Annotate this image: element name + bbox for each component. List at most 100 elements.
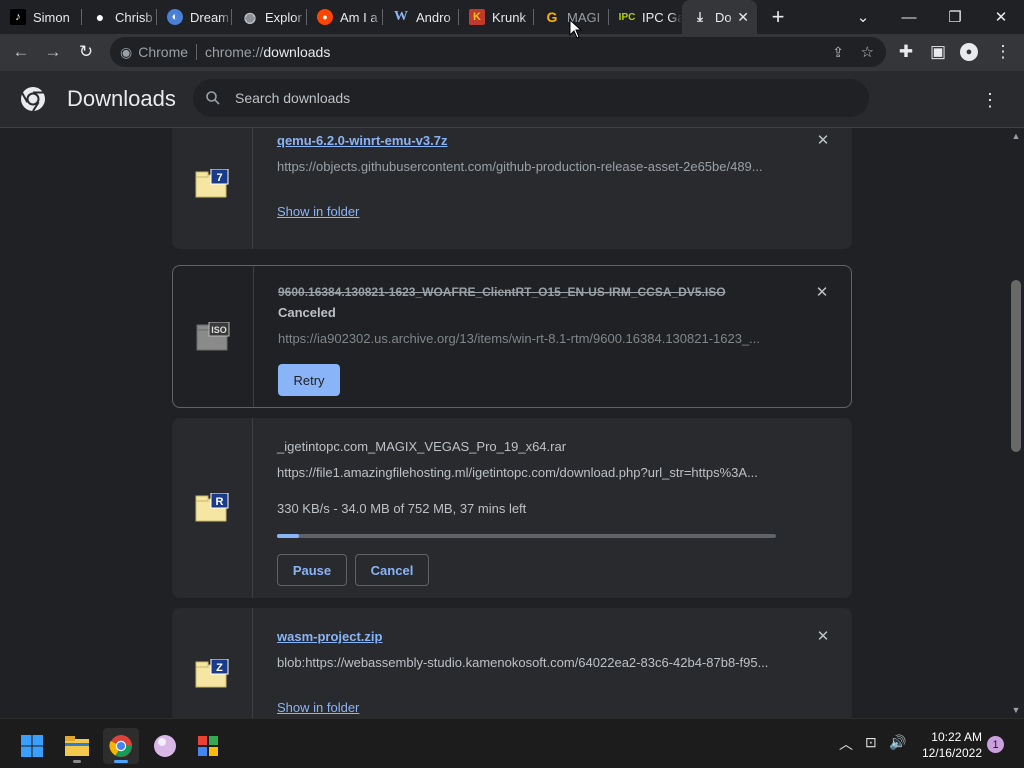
back-button[interactable]: ←: [5, 36, 37, 68]
scroll-up-arrow-icon[interactable]: ▲: [1008, 128, 1024, 144]
search-input[interactable]: [235, 90, 835, 106]
chrome-taskbar-button[interactable]: [103, 728, 139, 764]
pause-button[interactable]: Pause: [277, 554, 347, 586]
folder-icon: [65, 736, 89, 756]
dreamstudio-icon: ◐: [167, 9, 183, 25]
show-in-folder-link[interactable]: Show in folder: [277, 700, 359, 715]
scroll-thumb[interactable]: [1011, 280, 1021, 452]
retry-button[interactable]: Retry: [278, 364, 340, 396]
notification-badge[interactable]: 1: [987, 736, 1004, 753]
extensions-icon[interactable]: ✚: [890, 36, 922, 68]
download-item: 7 qemu-6.2.0-winrt-emu-v3.7z https://obj…: [172, 128, 852, 249]
clock-date: 12/16/2022: [921, 746, 982, 760]
close-window-button[interactable]: ✕: [978, 0, 1024, 34]
apple-icon: ●: [95, 9, 105, 25]
remove-item-button[interactable]: ✕: [814, 627, 832, 645]
windows-logo-icon: [21, 735, 43, 757]
bookmark-star-icon[interactable]: ☆: [861, 43, 874, 61]
rar-file-icon: R: [195, 493, 229, 522]
status-text: Canceled: [278, 305, 336, 320]
clock-time: 10:22 AM: [931, 730, 982, 744]
globe-icon: ◍: [243, 8, 257, 25]
download-item: ISO 9600.16384.130821-1623_WOAFRE_Client…: [172, 265, 852, 408]
remove-item-button[interactable]: ✕: [813, 283, 831, 301]
7z-file-icon: 7: [195, 168, 229, 197]
restore-button[interactable]: ❐: [932, 0, 978, 34]
svg-text:R: R: [216, 496, 224, 508]
page-title: Downloads: [67, 86, 176, 111]
new-tab-button[interactable]: +: [761, 0, 795, 34]
close-tab-icon[interactable]: ✕: [737, 9, 749, 26]
krunker-icon: K: [469, 9, 485, 25]
start-button[interactable]: [14, 728, 50, 764]
url-scheme: chrome://: [205, 44, 264, 60]
share-icon[interactable]: ⇪: [832, 44, 844, 61]
tab-downloads[interactable]: ⤓ Do ✕: [682, 0, 757, 34]
side-panel-icon[interactable]: ▣: [922, 36, 954, 68]
sphere-app-icon: [154, 735, 176, 757]
file-url[interactable]: https://file1.amazingfilehosting.ml/iget…: [277, 465, 777, 480]
tab-search-icon[interactable]: ⌄: [840, 0, 886, 34]
wikipedia-icon: W: [394, 9, 408, 24]
search-icon: [206, 91, 220, 105]
file-name-link[interactable]: wasm-project.zip: [277, 629, 382, 644]
tab-am-i-a[interactable]: ● Am I a: [307, 0, 383, 34]
svg-text:7: 7: [216, 172, 222, 184]
tab-simon[interactable]: ♪ Simon: [0, 0, 82, 34]
site-label: Chrome: [138, 44, 189, 60]
colorful-app-icon: [198, 736, 218, 756]
vertical-scrollbar[interactable]: ▲ ▼: [1008, 128, 1024, 718]
tab-chrisb[interactable]: ● Chrisb: [82, 0, 157, 34]
svg-text:ISO: ISO: [211, 325, 227, 335]
tab-ipc-games[interactable]: IPC IPC Ga: [609, 0, 682, 34]
taskbar: ︿ ⊡ 🔊 10:22 AM 12/16/2022 1: [0, 718, 1024, 768]
mouse-cursor-icon: [569, 19, 583, 39]
chrome-window: ♪ Simon ● Chrisb ◐ Dream ◍ Explor ● Am I…: [0, 0, 1024, 768]
chrome-icon: [109, 735, 132, 757]
chrome-menu-icon[interactable]: ⋮: [987, 36, 1019, 68]
toolbar: ← → ↻ ◉ Chrome chrome://downloads ⇪ ☆ ✚ …: [0, 34, 1024, 71]
file-url[interactable]: https://objects.githubusercontent.com/gi…: [277, 159, 777, 174]
address-bar[interactable]: ◉ Chrome chrome://downloads ⇪ ☆: [110, 37, 886, 67]
google-icon: G: [546, 9, 558, 25]
progress-text: 330 KB/s - 34.0 MB of 752 MB, 37 mins le…: [277, 501, 527, 516]
reload-button[interactable]: ↻: [70, 36, 102, 68]
profile-avatar[interactable]: ●: [953, 36, 985, 68]
tab-krunk[interactable]: K Krunk: [459, 0, 534, 34]
downloads-menu-icon[interactable]: ⋮: [978, 88, 1002, 112]
svg-text:Z: Z: [216, 662, 223, 674]
tab-andro[interactable]: W Andro: [383, 0, 459, 34]
system-clock[interactable]: 10:22 AM 12/16/2022: [920, 729, 982, 761]
downloads-header: Downloads ⋮: [0, 71, 1024, 128]
show-in-folder-link[interactable]: Show in folder: [277, 204, 359, 219]
pinned-app-sphere-button[interactable]: [147, 728, 183, 764]
tab-strip: ♪ Simon ● Chrisb ◐ Dream ◍ Explor ● Am I…: [0, 0, 1024, 34]
file-url[interactable]: https://ia902302.us.archive.org/13/items…: [278, 331, 778, 346]
cancel-button[interactable]: Cancel: [355, 554, 429, 586]
zip-file-icon: Z: [195, 658, 229, 687]
tiktok-icon: ♪: [10, 9, 26, 25]
progress-fill: [277, 534, 300, 538]
minimize-button[interactable]: ―: [886, 0, 932, 34]
downloads-list: 7 qemu-6.2.0-winrt-emu-v3.7z https://obj…: [0, 128, 1008, 718]
tab-dream[interactable]: ◐ Dream: [157, 0, 232, 34]
file-name-link[interactable]: qemu-6.2.0-winrt-emu-v3.7z: [277, 133, 448, 148]
chrome-site-icon: ◉: [120, 43, 133, 60]
network-icon[interactable]: ⊡: [865, 734, 877, 751]
pinned-app-colorful-button[interactable]: [190, 728, 226, 764]
download-item: R _igetintopc.com_MAGIX_VEGAS_Pro_19_x64…: [172, 418, 852, 598]
file-name: 9600.16384.130821-1623_WOAFRE_ClientRT_O…: [278, 285, 726, 299]
show-hidden-icons-chevron-icon[interactable]: ︿: [839, 734, 853, 754]
remove-item-button[interactable]: ✕: [814, 131, 832, 149]
volume-icon[interactable]: 🔊: [889, 734, 906, 751]
tab-explor[interactable]: ◍ Explor: [232, 0, 307, 34]
file-url[interactable]: blob:https://webassembly-studio.kamenoko…: [277, 655, 777, 670]
search-box[interactable]: [193, 79, 869, 117]
forward-button[interactable]: →: [37, 36, 69, 68]
download-icon: ⤓: [697, 9, 703, 24]
progress-bar: [277, 534, 776, 538]
file-explorer-button[interactable]: [59, 728, 95, 764]
scroll-down-arrow-icon[interactable]: ▼: [1008, 702, 1024, 718]
url-host: downloads: [263, 44, 331, 60]
file-name: _igetintopc.com_MAGIX_VEGAS_Pro_19_x64.r…: [277, 439, 567, 454]
